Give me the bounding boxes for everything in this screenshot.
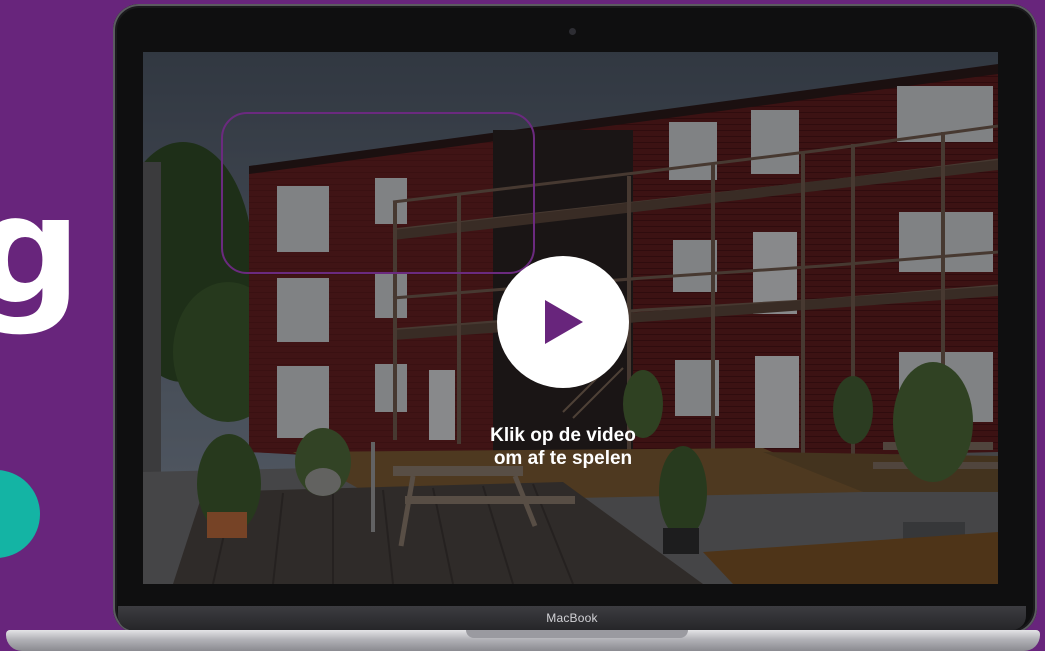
play-hint-text: Klik op de video om af te spelen	[413, 424, 713, 470]
laptop-brand-label: MacBook	[546, 611, 598, 625]
play-icon	[545, 300, 583, 344]
video-player[interactable]: Klik op de video om af te spelen	[143, 52, 998, 584]
play-hint-line-2: om af te spelen	[493, 448, 633, 469]
decorative-frame	[221, 112, 535, 274]
play-hint-line-1: Klik op de video	[490, 425, 636, 446]
laptop-notch	[466, 630, 688, 638]
camera-icon	[569, 28, 576, 35]
play-button[interactable]	[497, 256, 629, 388]
brand-dot	[0, 470, 40, 558]
laptop-chin: MacBook	[118, 606, 1026, 630]
laptop-base	[6, 630, 1040, 651]
brand-logo-letter: g	[0, 164, 82, 338]
